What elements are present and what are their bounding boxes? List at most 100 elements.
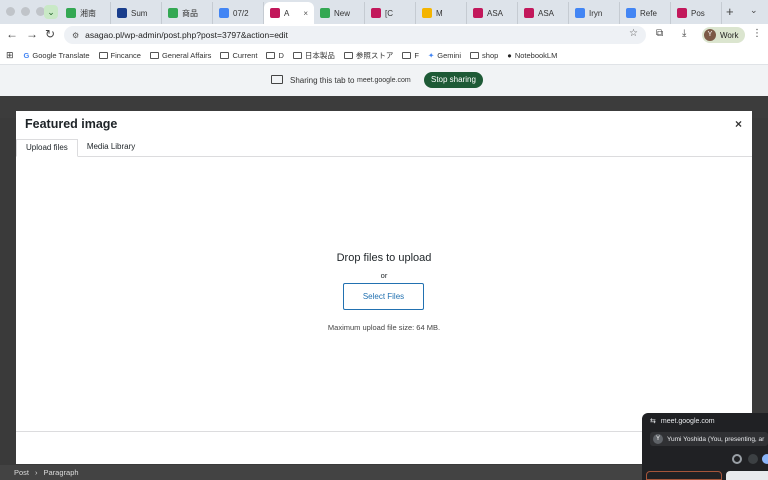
- tab-favicon-icon: [320, 8, 330, 18]
- browser-tab[interactable]: New: [314, 2, 365, 24]
- gemini-icon: ✦: [427, 50, 435, 60]
- tab-label: 07/2: [233, 8, 249, 18]
- tab-search-chevron-icon[interactable]: ⌄: [750, 5, 758, 16]
- tab-label: 湘南: [80, 8, 96, 18]
- back-button[interactable]: ←: [4, 27, 20, 41]
- browser-tab[interactable]: A ×: [264, 2, 314, 24]
- bookmark-item[interactable]: General Affairs: [149, 50, 212, 60]
- tab-favicon-icon: [575, 8, 585, 18]
- url-text: asagao.pl/wp-admin/post.php?post=3797&ac…: [85, 30, 288, 40]
- browser-tab[interactable]: M: [416, 2, 467, 24]
- bookmark-label: General Affairs: [161, 50, 212, 60]
- extensions-icon[interactable]: ⧉: [656, 28, 663, 39]
- tab-label: Sum: [131, 8, 148, 18]
- bookmark-label: Current: [232, 50, 258, 60]
- bookmarks-bar: ⊞ G Google Translate Fincance General Affai…: [0, 46, 768, 64]
- close-window-button[interactable]: [6, 7, 15, 16]
- featured-image-modal: Featured image × Upload files Media Libr…: [16, 111, 752, 464]
- browser-tab[interactable]: 07/2: [213, 2, 264, 24]
- window-controls: [6, 7, 45, 16]
- browser-toolbar: ← → ↻ ⚙ asagao.pl/wp-admin/post.php?post…: [0, 24, 768, 46]
- tab-favicon-icon: [168, 8, 178, 18]
- tab-favicon-icon: [270, 8, 280, 18]
- select-files-button[interactable]: Select Files: [343, 283, 424, 310]
- meet-host: ⇆ meet.google.com: [650, 417, 715, 426]
- minimize-window-button[interactable]: [21, 7, 30, 16]
- downloads-icon[interactable]: ⤓: [682, 28, 686, 39]
- reload-button[interactable]: ↻: [42, 27, 58, 41]
- tab-label: ASA: [487, 8, 504, 18]
- avatar: Y: [653, 434, 663, 444]
- browser-tab[interactable]: Pos: [671, 2, 722, 24]
- bookmark-item[interactable]: Current: [220, 51, 257, 60]
- profile-button[interactable]: Y Work: [702, 27, 745, 43]
- bookmark-label: NotebookLM: [514, 50, 558, 60]
- close-icon[interactable]: ×: [735, 117, 742, 131]
- tab-favicon-icon: [371, 8, 381, 18]
- screen-share-icon: [271, 75, 283, 84]
- tab-favicon-icon: [677, 8, 687, 18]
- video-tile: [726, 471, 768, 480]
- add-person-icon[interactable]: [748, 454, 758, 464]
- camera-icon[interactable]: [762, 454, 768, 464]
- folder-icon: [266, 51, 276, 59]
- bookmark-item[interactable]: 参照ストア: [343, 50, 394, 61]
- bookmark-item[interactable]: D: [266, 51, 284, 60]
- browser-tab[interactable]: ASA: [467, 2, 518, 24]
- folder-icon: [292, 51, 302, 59]
- link-icon: ⇆: [650, 418, 656, 425]
- tab-group-chevron-icon[interactable]: ⌄: [44, 5, 58, 19]
- notebooklm-icon: ●: [507, 50, 512, 60]
- tab-favicon-icon: [117, 8, 127, 18]
- apps-grid-icon[interactable]: ⊞: [6, 50, 14, 61]
- bookmark-item[interactable]: shop: [470, 51, 498, 60]
- sharing-host[interactable]: meet.google.com: [357, 77, 411, 84]
- tab-sharing-bar: Sharing this tab to meet.google.com Stop…: [0, 64, 768, 96]
- bookmark-item[interactable]: Fincance: [98, 51, 141, 60]
- browser-menu-icon[interactable]: ⋮: [752, 28, 762, 39]
- close-tab-icon[interactable]: ×: [303, 9, 308, 18]
- bookmark-star-icon[interactable]: ☆: [629, 28, 638, 39]
- breadcrumb-paragraph[interactable]: Paragraph: [44, 468, 79, 477]
- browser-tab[interactable]: Iryn: [569, 2, 620, 24]
- bookmark-item[interactable]: G Google Translate: [24, 51, 90, 60]
- address-bar[interactable]: ⚙ asagao.pl/wp-admin/post.php?post=3797&…: [64, 26, 646, 44]
- folder-icon: [470, 51, 480, 59]
- bookmark-item[interactable]: F: [402, 51, 419, 60]
- browser-tab[interactable]: Sum: [111, 2, 162, 24]
- browser-tab[interactable]: Refe: [620, 2, 671, 24]
- modal-tabs: Upload files Media Library: [16, 139, 752, 157]
- bookmark-item[interactable]: 日本製品: [292, 50, 335, 61]
- bookmark-label: Gemini: [437, 50, 462, 60]
- record-icon[interactable]: [732, 454, 742, 464]
- bookmark-item[interactable]: ✦ Gemini: [428, 51, 461, 60]
- stop-sharing-button[interactable]: Stop sharing: [424, 72, 483, 88]
- tab-label: 商品: [182, 8, 198, 18]
- bookmark-label: F: [414, 50, 419, 60]
- browser-tab[interactable]: 湘南: [60, 2, 111, 24]
- new-tab-button[interactable]: +: [726, 4, 734, 19]
- tab-upload-files[interactable]: Upload files: [16, 139, 78, 157]
- browser-tab-strip: ⌄ 湘南 Sum 商品 07/2 A × New [C M ASA ASA Iryn Refe Pos +…: [0, 0, 768, 24]
- bookmark-label: 参照ストア: [355, 50, 394, 60]
- tab-label: A: [284, 8, 290, 18]
- browser-tab[interactable]: ASA: [518, 2, 569, 24]
- site-info-icon[interactable]: ⚙: [72, 31, 79, 40]
- tab-favicon-icon: [626, 8, 636, 18]
- meet-pip-window[interactable]: ⇆ meet.google.com Y Yumi Yoshida (You, p…: [642, 413, 768, 480]
- tab-favicon-icon: [219, 8, 229, 18]
- tab-favicon-icon: [473, 8, 483, 18]
- bookmark-item[interactable]: ● NotebookLM: [507, 51, 557, 60]
- bookmark-label: Google Translate: [32, 50, 90, 60]
- folder-icon: [149, 51, 159, 59]
- meet-host-text: meet.google.com: [660, 417, 715, 425]
- tab-label: [C: [385, 8, 393, 18]
- tab-label: Iryn: [589, 8, 603, 18]
- tab-favicon-icon: [524, 8, 534, 18]
- browser-tab[interactable]: [C: [365, 2, 416, 24]
- tab-media-library[interactable]: Media Library: [78, 139, 144, 157]
- breadcrumb-post[interactable]: Post: [14, 468, 29, 477]
- forward-button[interactable]: →: [24, 27, 40, 41]
- browser-tab[interactable]: 商品: [162, 2, 213, 24]
- tab-label: Refe: [640, 8, 657, 18]
